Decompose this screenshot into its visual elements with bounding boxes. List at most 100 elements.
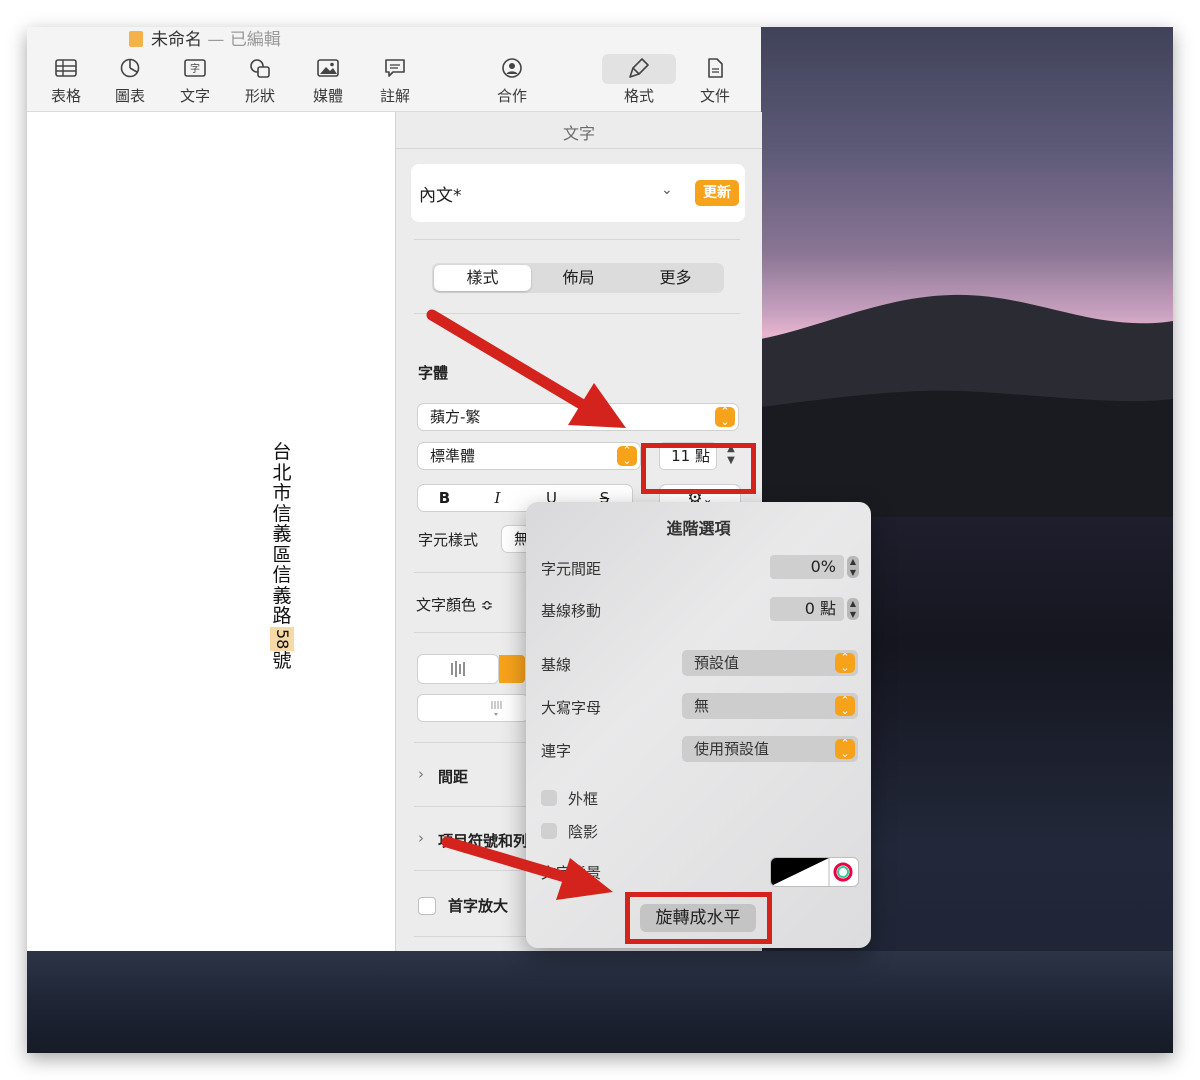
indent-control[interactable] <box>418 695 528 721</box>
toolbar-label: 圖表 <box>114 87 145 105</box>
format-brush-icon <box>629 58 649 78</box>
drop-cap-checkbox[interactable] <box>418 897 436 915</box>
baseline-value: 預設值 <box>694 654 740 672</box>
outline-checkbox[interactable] <box>541 790 557 806</box>
toolbar-chart-button[interactable]: 圖表 <box>100 57 160 106</box>
toolbar-label: 格式 <box>623 87 654 105</box>
indent-icon <box>491 701 502 716</box>
toolbar-collaborate-button[interactable]: 合作 <box>482 57 542 106</box>
chevron-right-icon[interactable]: › <box>418 829 424 847</box>
baseline-shift-label: 基線移動 <box>541 602 602 620</box>
font-weight-popup[interactable]: 標準體 ⌃ ⌄ <box>418 443 640 469</box>
title-separator: — <box>202 30 230 50</box>
toolbar-format-button[interactable]: 格式 <box>609 57 669 106</box>
toolbar-text-button[interactable]: 字 文字 <box>165 57 225 106</box>
toolbar-shape-button[interactable]: 形狀 <box>230 57 290 106</box>
drop-cap-label: 首字放大 <box>448 897 509 915</box>
paragraph-style-name: 內文* <box>419 186 462 206</box>
table-icon <box>55 59 77 77</box>
divider <box>396 148 762 149</box>
text-box-icon: 字 <box>184 59 206 77</box>
bold-button[interactable]: B <box>418 485 471 511</box>
baseline-label: 基線 <box>541 656 572 674</box>
capitalization-label: 大寫字母 <box>541 699 602 717</box>
comment-icon <box>385 59 405 77</box>
inspector-title: 文字 <box>562 124 595 143</box>
vertical-address-text[interactable]: 台 北 市 信 義 區 信 義 路 58 號 <box>270 442 294 671</box>
char-spacing-stepper[interactable]: ▲ ▼ <box>847 556 859 578</box>
mountain-silhouette <box>761 294 1173 517</box>
text-char: 義 <box>272 523 292 545</box>
text-char: 號 <box>272 649 292 672</box>
popup-stepper-icon: ⌃ ⌄ <box>835 695 855 716</box>
font-weight-value: 標準體 <box>430 447 476 465</box>
tab-layout[interactable]: 佈局 <box>530 263 627 293</box>
capitalization-value: 無 <box>694 697 710 715</box>
text-char: 信 <box>272 564 292 586</box>
media-icon <box>317 59 339 77</box>
tab-style[interactable]: 樣式 <box>434 265 531 291</box>
document-icon <box>708 58 723 78</box>
window-title: 未命名 — 已編輯 <box>129 27 281 50</box>
svg-text:字: 字 <box>190 62 200 75</box>
popover-title: 進階選項 <box>666 519 731 538</box>
divider <box>414 239 740 240</box>
toolbar-label: 合作 <box>496 87 527 105</box>
text-background-label: 文字背景 <box>541 864 602 882</box>
toolbar-label: 文件 <box>699 87 730 105</box>
bullets-section[interactable]: 項目符號和列 <box>438 830 528 851</box>
outline-label: 外框 <box>568 790 599 808</box>
chart-icon <box>120 58 140 78</box>
toolbar-document-button[interactable]: 文件 <box>685 57 745 106</box>
baseline-shift-stepper[interactable]: ▲ ▼ <box>847 598 859 620</box>
font-family-value: 蘋方-繁 <box>430 408 481 426</box>
alignment-selected-segment[interactable] <box>499 655 525 683</box>
char-spacing-field[interactable]: 0% <box>770 555 844 579</box>
align-left-icon <box>451 661 465 677</box>
baseline-shift-field[interactable]: 0 點 <box>770 597 844 621</box>
shadow-label: 陰影 <box>568 823 599 841</box>
annotation-box-rotate <box>625 892 772 944</box>
ligatures-label: 連字 <box>541 742 572 760</box>
desktop-lake <box>27 951 1173 1053</box>
popup-stepper-icon: ⌃ ⌄ <box>835 738 855 759</box>
paragraph-style-selector[interactable]: 內文* ⌄ 更新 <box>411 164 745 222</box>
color-swatch <box>771 858 853 886</box>
document-icon <box>129 31 143 47</box>
text-char: 北 <box>272 461 292 484</box>
ligatures-popup[interactable]: 使用預設值 ⌃ ⌄ <box>682 736 858 762</box>
style-tabs: 樣式 佈局 更多 <box>432 263 724 293</box>
toolbar-label: 文字 <box>179 87 210 105</box>
chevron-down-icon: ⌄ <box>661 182 673 198</box>
document-canvas[interactable]: 台 北 市 信 義 區 信 義 路 58 號 <box>27 112 395 951</box>
spacing-section[interactable]: 間距 <box>438 766 468 787</box>
update-style-button[interactable]: 更新 <box>695 180 739 206</box>
text-char: 市 <box>272 482 292 504</box>
toolbar-label: 註解 <box>379 87 410 105</box>
text-background-color-well[interactable] <box>771 858 858 886</box>
toolbar-table-button[interactable]: 表格 <box>36 57 96 106</box>
italic-button[interactable]: I <box>471 485 524 511</box>
toolbar-comment-button[interactable]: 註解 <box>365 57 425 106</box>
popup-stepper-icon: ⌃ ⌄ <box>617 445 637 466</box>
divider <box>414 313 740 314</box>
text-char: 義 <box>272 584 292 607</box>
text-char: 台 <box>272 441 292 463</box>
baseline-popup[interactable]: 預設值 ⌃ ⌄ <box>682 650 858 676</box>
toolbar-label: 形狀 <box>244 87 275 105</box>
alignment-left-button[interactable] <box>418 655 498 683</box>
font-family-popup[interactable]: 蘋方-繁 ⌃ ⌄ <box>418 404 738 430</box>
chevron-right-icon[interactable]: › <box>418 765 424 783</box>
char-style-value: 無 <box>514 530 530 548</box>
text-char: 區 <box>272 543 292 566</box>
text-char: 路 <box>272 605 292 627</box>
shadow-checkbox[interactable] <box>541 823 557 839</box>
shape-icon <box>250 59 270 78</box>
char-spacing-label: 字元間距 <box>541 560 602 578</box>
title-status: 已編輯 <box>229 30 281 50</box>
tab-more[interactable]: 更多 <box>627 263 724 293</box>
capitalization-popup[interactable]: 無 ⌃ ⌄ <box>682 693 858 719</box>
toolbar-media-button[interactable]: 媒體 <box>298 57 358 106</box>
text-color-label[interactable]: 文字顏色 ≎ <box>416 594 493 615</box>
highlighted-number: 58 <box>270 626 294 651</box>
